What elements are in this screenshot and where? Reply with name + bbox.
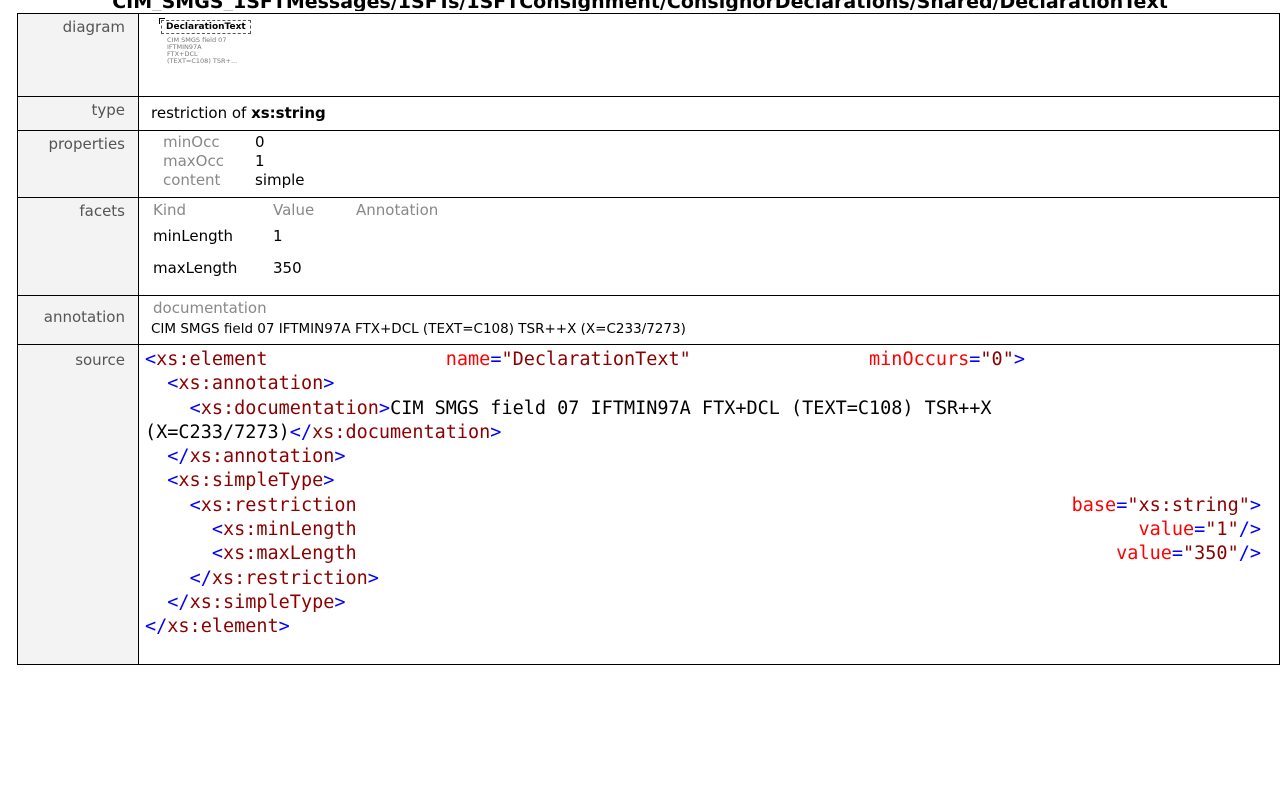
- code-attr: minOccurs: [869, 349, 970, 370]
- code-attr-value: "xs:string": [1127, 494, 1250, 516]
- code-tag: xs:simpleType: [189, 591, 335, 613]
- diagram-text-line: (TEXT=C108) TSR+...: [167, 57, 238, 65]
- annotation-row: annotation documentation CIM SMGS field …: [17, 295, 1280, 345]
- code-tag: xs:element: [156, 349, 268, 370]
- code-tag: xs:restriction: [200, 494, 357, 516]
- code-tag: xs:restriction: [211, 567, 368, 589]
- properties-cell: minOcc 0 maxOcc 1 content simple: [138, 130, 1280, 198]
- facets-header-annotation: Annotation: [356, 201, 439, 219]
- diagram-label: diagram: [17, 13, 139, 97]
- facet-row: maxLength 350: [139, 252, 1279, 284]
- source-label: source: [17, 344, 139, 665]
- diagram-annotation-text: CIM SMGS field 07 IFTMIN97A FTX+DCL (TEX…: [167, 37, 277, 65]
- code-attr-value: "0": [980, 349, 1014, 370]
- type-label: type: [17, 96, 139, 131]
- code-tag: xs:documentation: [200, 397, 379, 419]
- properties-label: properties: [17, 130, 139, 198]
- annotation-cell: documentation CIM SMGS field 07 IFTMIN97…: [138, 295, 1280, 345]
- property-key: content: [163, 171, 221, 189]
- property-value: simple: [255, 171, 305, 189]
- facets-row: facets Kind Value Annotation minLength 1…: [17, 197, 1280, 296]
- facets-header: Kind Value Annotation: [139, 200, 1279, 220]
- annotation-text: CIM SMGS field 07 IFTMIN97A FTX+DCL (TEX…: [151, 321, 686, 337]
- code-tag: xs:element: [167, 616, 279, 638]
- facets-header-value: Value: [273, 201, 315, 219]
- code-attr: value: [1138, 519, 1195, 541]
- diagram-row: diagram DeclarationText CIM SMGS field 0…: [17, 13, 1280, 97]
- page-title: CIM_SMGS_1SFTMessages/1SFTs/1SFTConsignm…: [112, 0, 1168, 11]
- diagram-cell: DeclarationText CIM SMGS field 07 IFTMIN…: [138, 13, 1280, 97]
- diagram-element-name: DeclarationText: [166, 22, 246, 32]
- code-attr: value: [1116, 543, 1172, 565]
- code-attr-value: "350": [1183, 543, 1239, 565]
- property-item: content simple: [151, 171, 1279, 190]
- type-base-link[interactable]: xs:string: [251, 104, 326, 122]
- type-row: type restriction of xs:string: [17, 96, 1280, 131]
- element-doc-table: diagram DeclarationText CIM SMGS field 0…: [17, 13, 1280, 665]
- facet-value: 1: [273, 227, 283, 245]
- code-tag: xs:simpleType: [178, 470, 324, 492]
- code-attr: name: [445, 349, 491, 370]
- facet-value: 350: [273, 259, 302, 277]
- code-text: CIM SMGS field 07 IFTMIN97A FTX+DCL (TEX…: [390, 397, 992, 419]
- property-key: minOcc: [163, 133, 220, 151]
- code-tag: xs:documentation: [312, 421, 491, 443]
- facets-cell: Kind Value Annotation minLength 1 maxLen…: [138, 197, 1280, 296]
- property-value: 1: [255, 152, 265, 170]
- code-attr: base: [1071, 494, 1117, 516]
- annotation-header: documentation: [153, 299, 267, 317]
- facet-kind: minLength: [153, 227, 234, 245]
- code-tag: xs:maxLength: [222, 543, 357, 565]
- type-value: restriction of xs:string: [138, 96, 1280, 131]
- property-key: maxOcc: [163, 152, 224, 170]
- property-item: maxOcc 1: [151, 152, 1279, 171]
- facets-header-kind: Kind: [153, 201, 187, 219]
- code-attr-value: "DeclarationText": [501, 349, 691, 370]
- source-code: <xs:element name="DeclarationText" minOc…: [145, 349, 1261, 638]
- property-item: minOcc 0: [151, 133, 1279, 152]
- code-attr-value: "1": [1205, 519, 1239, 541]
- type-prefix: restriction of: [151, 104, 252, 122]
- source-cell: <xs:element name="DeclarationText" minOc…: [138, 344, 1280, 665]
- diagram-element-box[interactable]: DeclarationText: [159, 18, 251, 34]
- properties-row: properties minOcc 0 maxOcc 1 content simple: [17, 130, 1280, 198]
- facets-label: facets: [17, 197, 139, 296]
- facet-row: minLength 1: [139, 220, 1279, 252]
- code-tag: xs:annotation: [189, 446, 335, 468]
- annotation-label: annotation: [17, 295, 139, 345]
- source-row: source <xs:element name="DeclarationText…: [17, 344, 1280, 665]
- facet-kind: maxLength: [153, 259, 238, 277]
- code-text: (X=C233/7273): [145, 421, 290, 443]
- code-tag: xs:minLength: [222, 519, 357, 541]
- code-tag: xs:annotation: [178, 373, 324, 395]
- property-value: 0: [255, 133, 265, 151]
